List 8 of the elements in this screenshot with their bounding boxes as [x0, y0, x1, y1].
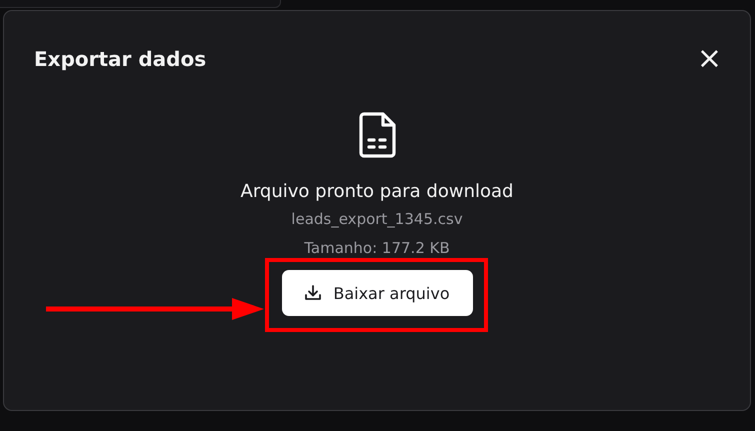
download-button[interactable]: Baixar arquivo	[282, 270, 472, 316]
dialog-title: Exportar dados	[34, 47, 206, 71]
file-size: Tamanho: 177.2 KB	[304, 239, 450, 257]
status-heading: Arquivo pronto para download	[240, 181, 514, 202]
file-name: leads_export_1345.csv	[291, 210, 463, 228]
download-icon	[304, 284, 322, 302]
close-button[interactable]: ×	[696, 45, 722, 73]
file-icon	[357, 111, 397, 159]
